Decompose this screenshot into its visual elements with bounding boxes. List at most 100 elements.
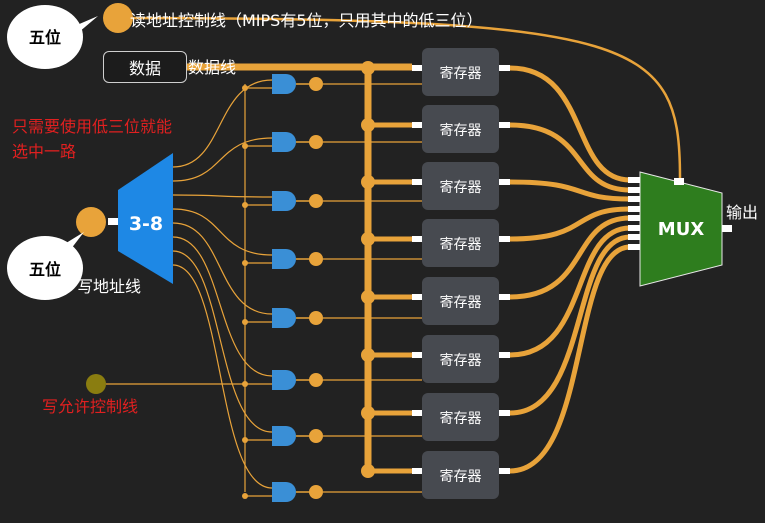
read-address-dot — [103, 3, 133, 33]
decoder-output-wire — [172, 236, 273, 377]
register: 寄存器 — [412, 393, 510, 441]
register-file-diagram: 寄存器 寄存器 寄存器 寄存器 寄存器 寄存器 寄存器 寄存器 3-8 MUX 输出 读地址控… — [0, 0, 765, 519]
register-output-port — [499, 352, 510, 358]
gate-output-dot — [309, 373, 323, 387]
register-label: 寄存器 — [440, 468, 482, 485]
and-gate — [272, 132, 296, 152]
gate-output-dot — [309, 77, 323, 91]
gate-output-dot — [309, 252, 323, 266]
mux-input-port — [628, 187, 640, 193]
register-label: 寄存器 — [440, 410, 482, 427]
write-enable-label: 写允许控制线 — [42, 397, 138, 416]
decoder-output-wire — [172, 208, 273, 256]
bus-junction — [361, 406, 375, 420]
register-label: 寄存器 — [440, 179, 482, 196]
mux-output-port — [722, 225, 732, 232]
register: 寄存器 — [412, 219, 510, 267]
mux-input-port — [628, 234, 640, 240]
data-button[interactable]: 数据 — [103, 51, 187, 83]
register: 寄存器 — [412, 48, 510, 96]
register-label: 寄存器 — [440, 65, 482, 82]
bus-junction — [361, 175, 375, 189]
gate-output-dot — [309, 194, 323, 208]
mux-input-port — [628, 225, 640, 231]
mux-input-port — [628, 206, 640, 212]
and-gate — [272, 74, 296, 94]
mux-input-port — [628, 177, 640, 183]
register-output-port — [499, 65, 510, 71]
bus-junction — [361, 348, 375, 362]
register: 寄存器 — [412, 162, 510, 210]
register-output-wire — [509, 179, 631, 202]
write-enable-dot — [86, 374, 106, 394]
enable-junction — [242, 202, 248, 208]
write-address-dot — [76, 207, 106, 237]
decoder-output-wire — [172, 264, 273, 489]
and-gate — [272, 370, 296, 390]
low-three-bits-note-1: 只需要使用低三位就能 — [12, 117, 172, 136]
enable-junction — [242, 319, 248, 325]
read-address-label: 读地址控制线（MIPS有5位，只用其中的低三位） — [130, 11, 483, 30]
decoder-output-wire — [172, 137, 273, 182]
write-bits-text: 五位 — [29, 260, 61, 279]
mux-input-port — [628, 196, 640, 202]
decoder-input-port — [108, 218, 118, 225]
decoder-output-wire — [172, 79, 273, 168]
register-label: 寄存器 — [440, 122, 482, 139]
and-gates — [272, 74, 422, 502]
decoder-label: 3-8 — [129, 213, 163, 235]
bus-junction — [361, 232, 375, 246]
write-address-label: 写地址线 — [77, 277, 141, 296]
register-label: 寄存器 — [440, 294, 482, 311]
output-label: 输出 — [726, 203, 758, 222]
register-input-port — [412, 410, 422, 416]
data-line-label: 数据线 — [188, 58, 236, 77]
gate-output-dot — [309, 485, 323, 499]
decoder-output-wires — [172, 79, 273, 489]
register-output-port — [499, 410, 510, 416]
register-input-port — [412, 294, 422, 300]
gate-output-dot — [309, 429, 323, 443]
decoder-output-wire — [172, 222, 273, 315]
enable-junction — [242, 437, 248, 443]
register-output-wires — [509, 65, 631, 474]
enable-junction — [242, 260, 248, 266]
register-label: 寄存器 — [440, 236, 482, 253]
mux-input-port — [628, 244, 640, 250]
register-input-port — [412, 122, 422, 128]
and-gate — [272, 426, 296, 446]
enable-junction — [242, 381, 248, 387]
and-gate — [272, 249, 296, 269]
enable-junction — [242, 143, 248, 149]
and-gate — [272, 191, 296, 211]
decoder-output-wire — [172, 250, 273, 433]
low-three-bits-note-2: 选中一路 — [12, 142, 76, 161]
register-input-port — [412, 65, 422, 71]
register-output-port — [499, 294, 510, 300]
and-gate — [272, 482, 296, 502]
bus-junction — [361, 118, 375, 132]
mux-input-port — [628, 215, 640, 221]
register: 寄存器 — [412, 105, 510, 153]
register-input-port — [412, 352, 422, 358]
mux-label: MUX — [658, 219, 705, 240]
decoder-output-wire — [172, 194, 273, 198]
and-gate — [272, 308, 296, 328]
register-input-port — [412, 236, 422, 242]
register-input-port — [412, 179, 422, 185]
enable-junction — [242, 85, 248, 91]
read-bits-text: 五位 — [29, 28, 61, 47]
gate-output-dot — [309, 311, 323, 325]
mux-input-ports — [628, 177, 640, 250]
register: 寄存器 — [412, 335, 510, 383]
register: 寄存器 — [412, 451, 510, 499]
register-output-port — [499, 468, 510, 474]
register: 寄存器 — [412, 277, 510, 325]
register-input-port — [412, 468, 422, 474]
registers: 寄存器寄存器寄存器寄存器寄存器寄存器寄存器寄存器 — [412, 48, 510, 499]
register-output-wire — [509, 244, 631, 474]
register-output-port — [499, 122, 510, 128]
enable-junction — [242, 493, 248, 499]
bus-junction — [361, 61, 375, 75]
bus-junction — [361, 290, 375, 304]
